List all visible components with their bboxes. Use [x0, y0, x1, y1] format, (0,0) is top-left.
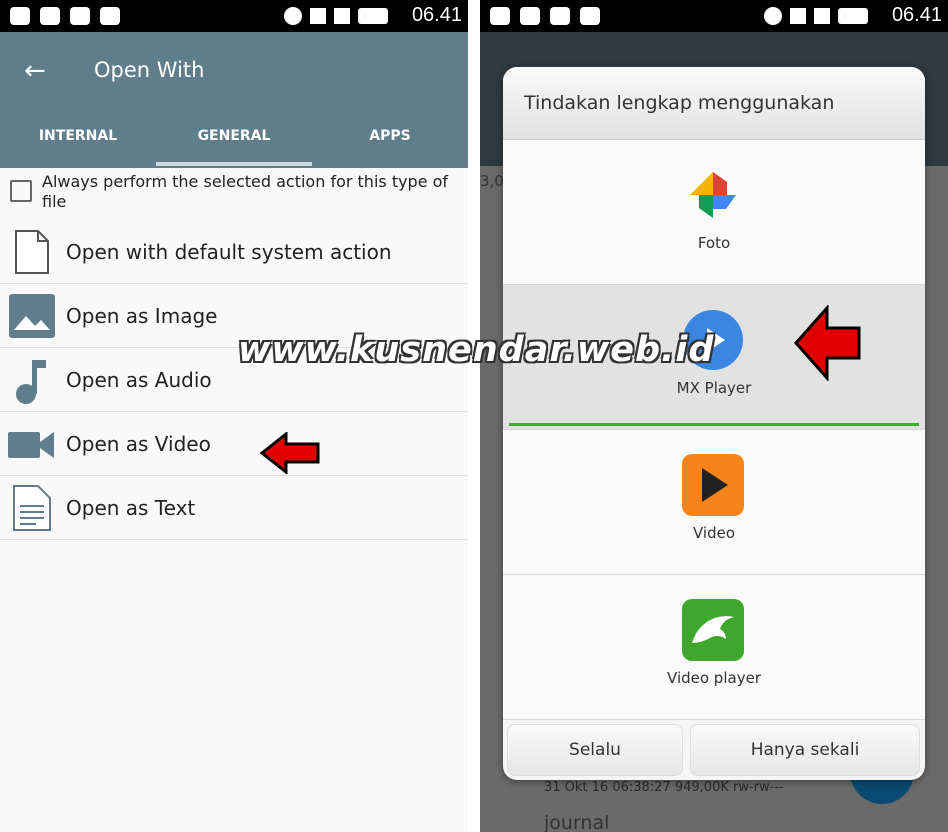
- system-icons: [284, 7, 388, 25]
- page-title: Open With: [94, 58, 205, 82]
- red-arrow-pointer-icon: [260, 432, 320, 474]
- watermark: www.kusnendar.web.id: [238, 330, 715, 370]
- bg-size-text: 3,0: [480, 172, 504, 190]
- app-option-video[interactable]: Video: [503, 430, 925, 575]
- always-button[interactable]: Selalu: [507, 724, 683, 776]
- clock: 06.41: [411, 4, 462, 26]
- tab-general[interactable]: GENERAL: [156, 128, 312, 144]
- option-label: Open as Text: [66, 496, 196, 520]
- option-label: Open as Audio: [66, 368, 212, 392]
- selection-bar: [509, 423, 919, 426]
- status-bar: 06.41: [480, 0, 948, 32]
- option-open-as-text[interactable]: Open as Text: [0, 476, 468, 540]
- right-screen-app-chooser: 06.41 3,0 31 Okt 16 06:38:27 949,00K rw-…: [480, 0, 948, 832]
- bg-file-meta: 31 Okt 16 06:38:27 949,00K rw-rw---: [544, 780, 784, 795]
- image-icon: [9, 294, 55, 338]
- always-checkbox-label: Always perform the selected action for t…: [42, 172, 449, 211]
- bg-file-name: journal: [544, 812, 610, 832]
- option-label: Open with default system action: [66, 240, 392, 264]
- app-option-video-player[interactable]: Video player: [503, 575, 925, 720]
- system-icons: [764, 7, 868, 25]
- clock: 06.41: [891, 4, 942, 26]
- app-label: Video: [692, 524, 736, 542]
- red-arrow-pointer-icon: [793, 305, 861, 381]
- back-arrow-icon[interactable]: ←: [24, 56, 46, 86]
- tab-indicator: [156, 162, 312, 166]
- dolphin-video-player-icon: [682, 599, 744, 661]
- google-photos-icon: [690, 172, 736, 218]
- status-bar: 06.41: [0, 0, 468, 32]
- app-label: MX Player: [676, 379, 752, 397]
- option-default-system-action[interactable]: Open with default system action: [0, 220, 468, 284]
- tab-apps[interactable]: APPS: [312, 128, 468, 144]
- video-app-icon: [682, 454, 744, 516]
- app-label: Foto: [697, 234, 731, 252]
- option-label: Open as Image: [66, 304, 218, 328]
- app-bar: ← Open With INTERNAL GENERAL APPS: [0, 32, 468, 168]
- left-screen-open-with: 06.41 ← Open With INTERNAL GENERAL APPS …: [0, 0, 468, 832]
- dialog-title: Tindakan lengkap menggunakan: [503, 67, 925, 140]
- music-note-icon: [16, 360, 46, 404]
- app-chooser-dialog: Tindakan lengkap menggunakan Foto MX Pla…: [503, 67, 925, 780]
- just-once-button[interactable]: Hanya sekali: [690, 724, 920, 776]
- text-file-icon: [13, 485, 51, 531]
- tab-internal[interactable]: INTERNAL: [0, 128, 156, 144]
- option-open-as-video[interactable]: Open as Video: [0, 412, 468, 476]
- file-icon: [15, 230, 49, 274]
- always-checkbox[interactable]: [10, 180, 32, 202]
- app-option-foto[interactable]: Foto: [503, 140, 925, 285]
- videocam-icon: [8, 432, 54, 458]
- option-label: Open as Video: [66, 432, 211, 456]
- notification-icons: [10, 7, 120, 25]
- app-label: Video player: [667, 669, 761, 687]
- notification-icons: [490, 7, 600, 25]
